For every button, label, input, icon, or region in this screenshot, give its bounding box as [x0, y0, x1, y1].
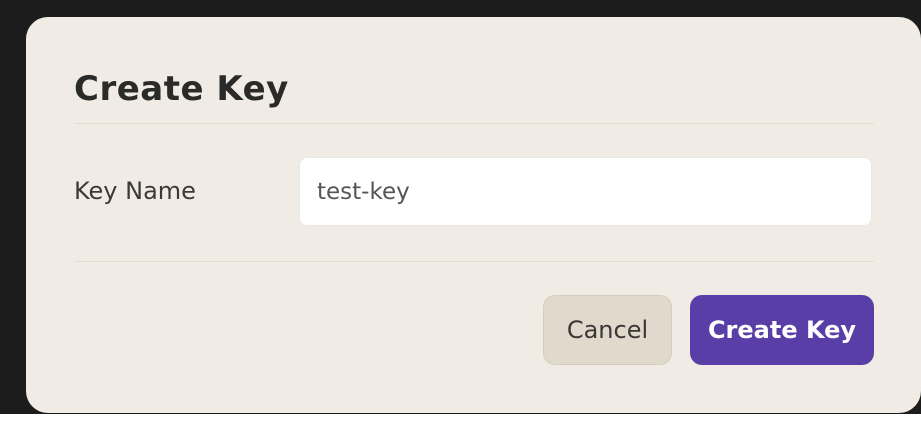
key-name-input[interactable]	[299, 157, 872, 226]
create-key-button[interactable]: Create Key	[690, 295, 874, 365]
dialog-title: Create Key	[74, 69, 289, 109]
create-key-dialog: Create Key Key Name Cancel Create Key	[26, 17, 921, 413]
footer-divider	[74, 261, 874, 262]
backdrop-edge	[0, 414, 921, 421]
key-name-label: Key Name	[74, 177, 196, 205]
cancel-button[interactable]: Cancel	[543, 295, 672, 365]
header-divider	[74, 123, 874, 124]
